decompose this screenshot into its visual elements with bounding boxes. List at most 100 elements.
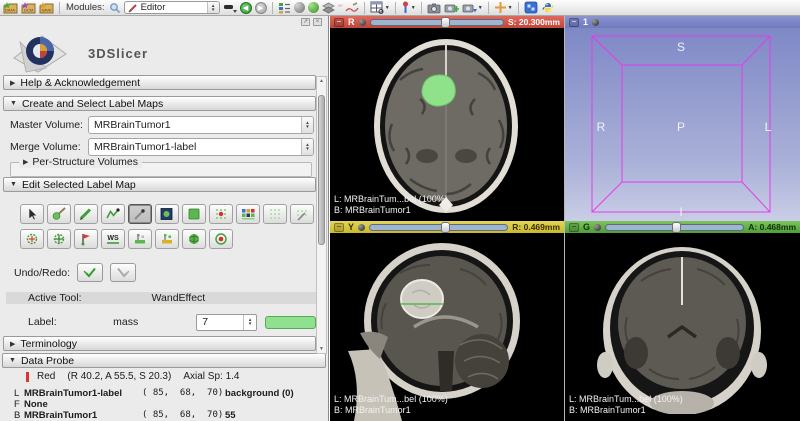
save-island-tool[interactable] <box>290 204 314 224</box>
green-sphere-icon[interactable] <box>308 2 319 13</box>
fast-marching-tool[interactable] <box>74 229 98 249</box>
probe-row-foreground: F None <box>14 399 324 410</box>
popout-panel-icon[interactable]: ↗ <box>301 18 310 26</box>
module-selector-value: Editor <box>141 2 166 13</box>
pin-icon[interactable] <box>594 224 601 231</box>
identify-islands-tool[interactable] <box>236 204 260 224</box>
record-tool[interactable] <box>209 229 233 249</box>
undo-button[interactable] <box>77 263 103 282</box>
probe-row-background: B MRBrainTumor1 ( 85, 68, 70) 55 <box>14 410 324 421</box>
master-volume-selector[interactable]: MRBrainTumor1 ▲▼ <box>88 116 314 134</box>
default-cursor-tool[interactable] <box>20 204 44 224</box>
forward-button[interactable]: ▶ <box>255 2 267 14</box>
redo-button[interactable] <box>110 263 136 282</box>
save-button[interactable]: SAVE <box>39 1 54 15</box>
scroll-down-icon[interactable]: ▼ <box>317 346 326 352</box>
section-data-probe[interactable]: ▼ Data Probe <box>2 353 326 368</box>
scroll-up-icon[interactable]: ▲ <box>317 78 326 84</box>
active-tool-value: WandEffect <box>152 292 206 304</box>
collapse-controller-button[interactable]: − <box>569 223 579 232</box>
draw-tool[interactable] <box>74 204 98 224</box>
scene-view-restore-button[interactable]: ▼ <box>462 1 483 15</box>
load-data-button[interactable]: DATA <box>3 1 18 15</box>
yellow-slice-offset: R: 0.469mm <box>512 222 560 232</box>
paint-tool[interactable] <box>47 204 71 224</box>
slider-handle[interactable] <box>441 222 450 233</box>
module-history-button[interactable] <box>223 1 237 15</box>
probe-spacing: Axial Sp: 1.4 <box>183 371 239 382</box>
yellow-slice-slider[interactable] <box>369 224 508 231</box>
red-slice-slider[interactable] <box>370 19 505 26</box>
screenshot-button[interactable] <box>427 1 441 15</box>
gray-sphere-icon[interactable] <box>294 2 305 13</box>
label-number-spinbox[interactable]: 7 ▲▼ <box>196 314 257 331</box>
module-panel-toggle-button[interactable] <box>278 1 291 15</box>
section-help[interactable]: ▶ Help & Acknowledgement <box>3 75 316 90</box>
dilate-tool[interactable] <box>47 229 71 249</box>
threed-view-controller: − 1 <box>565 16 800 28</box>
crosshair-button[interactable]: ▼ <box>494 1 513 15</box>
threed-view-label: 1 <box>583 17 588 27</box>
hide-panel-icon[interactable]: × <box>313 18 322 26</box>
collapse-controller-button[interactable]: − <box>334 18 344 27</box>
slider-handle[interactable] <box>441 17 450 28</box>
orientation-i: I <box>679 205 682 219</box>
label-label: Label: <box>28 316 113 328</box>
dilate-sphere-tool[interactable] <box>182 229 206 249</box>
layers-icon[interactable] <box>322 1 335 15</box>
orientation-l: L <box>765 120 772 134</box>
watershed-tool[interactable]: WS <box>101 229 125 249</box>
pin-icon[interactable] <box>358 224 365 231</box>
per-structure-toggle[interactable]: ▶ Per-Structure Volumes <box>19 156 142 168</box>
erase-label-tool[interactable] <box>155 204 179 224</box>
section-create-label-maps[interactable]: ▼ Create and Select Label Maps <box>3 96 316 111</box>
threed-scene[interactable]: S R P L I <box>565 28 800 221</box>
grow-cut-tool[interactable] <box>128 229 152 249</box>
app-title: 3DSlicer <box>88 46 148 61</box>
active-tool-label: Active Tool: <box>28 292 82 304</box>
threshold-tool[interactable] <box>182 204 206 224</box>
collapse-controller-button[interactable]: − <box>334 223 344 232</box>
module-selector[interactable]: Editor ▲▼ <box>124 1 220 14</box>
pin-icon[interactable] <box>359 19 366 26</box>
spinbox-arrows-icon[interactable]: ▲▼ <box>243 315 256 330</box>
fiducial-asterisk-icon[interactable]: ** <box>338 1 342 15</box>
master-volume-label: Master Volume: <box>10 119 88 131</box>
scrollbar-thumb[interactable] <box>318 95 325 245</box>
level-tracing-tool[interactable] <box>101 204 125 224</box>
load-dicom-button[interactable]: DCM <box>21 1 36 15</box>
module-panel: ↗ × 3DSlicer ▶ Help & Acknowledgement ▼ … <box>0 16 329 421</box>
merge-volume-selector[interactable]: MRBrainTumor1-label ▲▼ <box>88 138 314 156</box>
mouse-mode-marker-button[interactable]: ▼ <box>401 1 416 15</box>
green-slice-image[interactable]: L: MRBrainTum...bel (100%) B: MRBrainTum… <box>565 233 800 421</box>
slider-handle[interactable] <box>672 222 681 233</box>
merge-islands-tool[interactable] <box>155 229 179 249</box>
combo-arrows-icon[interactable]: ▲▼ <box>301 117 313 133</box>
label-color-swatch[interactable] <box>265 316 316 329</box>
expanded-arrow-icon: ▼ <box>9 357 16 364</box>
scene-view-add-button[interactable] <box>444 1 459 15</box>
toolbar-separator <box>488 2 489 14</box>
change-island-tool[interactable] <box>209 204 233 224</box>
erode-tool[interactable] <box>20 229 44 249</box>
green-slice-slider[interactable] <box>605 224 744 231</box>
layout-button[interactable]: ▼ <box>370 1 390 15</box>
remove-islands-tool[interactable] <box>263 204 287 224</box>
annotation-pencil-icon[interactable] <box>345 1 359 15</box>
module-selector-arrows[interactable]: ▲▼ <box>207 2 219 13</box>
red-slice-letter: R <box>348 17 355 27</box>
section-terminology[interactable]: ▶ Terminology <box>3 336 316 351</box>
wand-tool[interactable] <box>128 204 152 224</box>
back-button[interactable]: ◀ <box>240 2 252 14</box>
yellow-slice-image[interactable]: L: MRBrainTum...bel (100%) B: MRBrainTum… <box>330 233 564 421</box>
section-edit-label-map[interactable]: ▼ Edit Selected Label Map <box>3 177 316 192</box>
python-console-button[interactable] <box>541 1 555 15</box>
module-search-icon[interactable] <box>109 1 121 15</box>
panel-scrollbar[interactable]: ▲ ▼ <box>316 76 327 354</box>
pin-icon[interactable] <box>592 19 599 26</box>
orientation-r: R <box>597 120 606 134</box>
combo-arrows-icon[interactable]: ▲▼ <box>301 139 313 155</box>
extensions-button[interactable] <box>524 1 538 15</box>
red-slice-image[interactable]: L: MRBrainTum...bel (100%) B: MRBrainTum… <box>330 28 564 221</box>
collapse-controller-button[interactable]: − <box>569 18 579 27</box>
